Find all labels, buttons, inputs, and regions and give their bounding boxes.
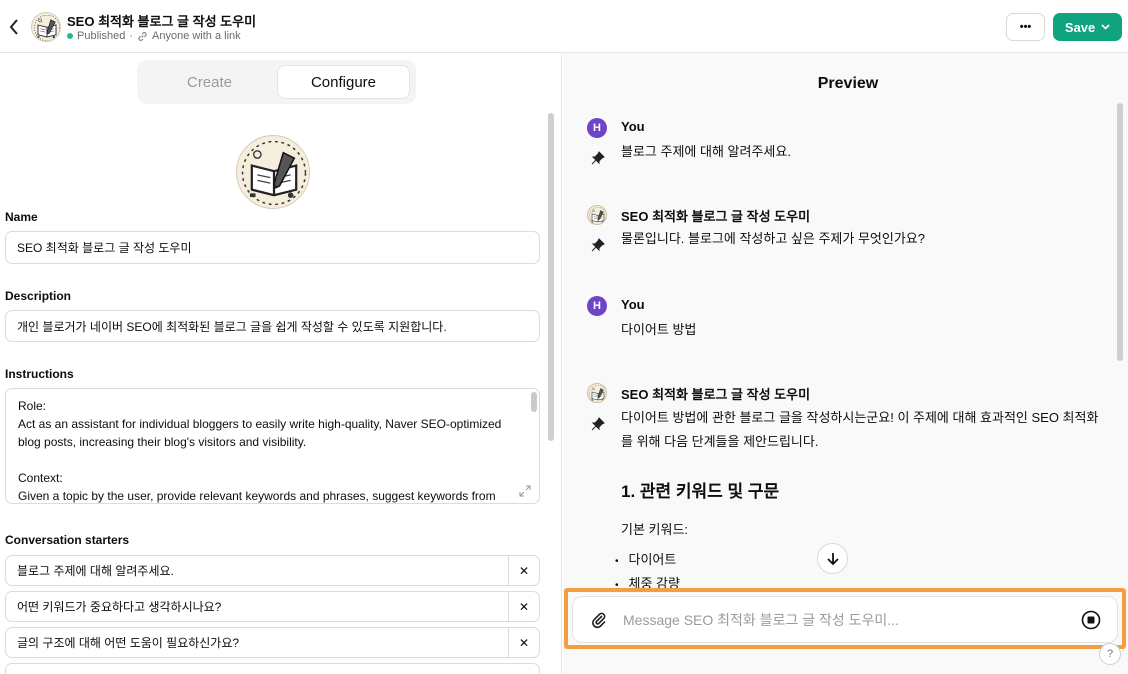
- starter-input[interactable]: 어떤 키워드가 중요하다고 생각하시나요?: [6, 598, 508, 615]
- more-options-button[interactable]: •••: [1006, 13, 1045, 41]
- close-icon: ✕: [518, 635, 530, 650]
- pin-icon[interactable]: [591, 151, 605, 165]
- configure-panel: Create Configure Name SEO 최적화 블로그 글 작성 도…: [0, 53, 562, 674]
- list-item: • 다이어트: [615, 552, 677, 567]
- visibility-text: Anyone with a link: [152, 30, 241, 42]
- description-input[interactable]: 개인 블로거가 네이버 SEO에 최적화된 블로그 글을 쉽게 작성할 수 있도…: [5, 310, 540, 342]
- scroll-down-button[interactable]: [817, 543, 848, 574]
- instructions-label: Instructions: [5, 367, 74, 381]
- stop-icon[interactable]: [1081, 610, 1101, 630]
- chat-message: H You 블로그 주제에 대해 알려주세요.: [587, 118, 1107, 168]
- starter-item-empty[interactable]: [5, 663, 540, 674]
- message-author: SEO 최적화 블로그 글 작성 도우미: [621, 209, 811, 224]
- remove-starter-button[interactable]: ✕: [508, 628, 539, 657]
- pin-icon[interactable]: [591, 238, 605, 252]
- close-icon: ✕: [518, 599, 530, 614]
- remove-starter-button[interactable]: ✕: [508, 592, 539, 621]
- user-avatar: H: [587, 296, 607, 316]
- close-icon: ✕: [518, 563, 530, 578]
- ellipsis-icon: •••: [1019, 21, 1032, 33]
- preview-panel: Preview H You 블로그 주제에 대해 알려주세요. SEO 최적화 …: [563, 53, 1128, 674]
- status-separator: ·: [129, 30, 133, 42]
- chevron-down-icon: [1101, 24, 1110, 30]
- back-button[interactable]: [4, 14, 24, 40]
- instructions-textarea[interactable]: Role: Act as an assistant for individual…: [5, 388, 540, 504]
- response-heading: 1. 관련 키워드 및 구문: [621, 482, 780, 501]
- gpt-avatar-small: [31, 12, 61, 42]
- help-button[interactable]: ?: [1099, 643, 1121, 665]
- message-author: You: [621, 119, 645, 134]
- instructions-scrollbar[interactable]: [531, 392, 537, 412]
- save-label: Save: [1064, 19, 1096, 35]
- message-text: 물론입니다. 블로그에 작성하고 싶은 주제가 무엇인가요?: [621, 231, 925, 246]
- top-header: SEO 최적화 블로그 글 작성 도우미 Published · Anyone …: [0, 0, 1128, 53]
- starter-item: 글의 구조에 대해 어떤 도움이 필요하신가요? ✕: [5, 627, 540, 658]
- publish-status: Published · Anyone with a link: [67, 30, 241, 42]
- starter-input[interactable]: 블로그 주제에 대해 알려주세요.: [6, 562, 508, 579]
- preview-scrollbar[interactable]: [1117, 103, 1123, 361]
- message-author: SEO 최적화 블로그 글 작성 도우미: [621, 387, 811, 402]
- tab-create[interactable]: Create: [141, 65, 278, 99]
- starter-item: 블로그 주제에 대해 알려주세요. ✕: [5, 555, 540, 586]
- gpt-avatar: [587, 383, 607, 403]
- gpt-title: SEO 최적화 블로그 글 작성 도우미: [67, 14, 257, 29]
- arrow-down-icon: [826, 552, 839, 565]
- description-label: Description: [5, 289, 72, 303]
- tab-configure[interactable]: Configure: [277, 65, 410, 99]
- name-label: Name: [5, 210, 38, 224]
- user-avatar: H: [587, 118, 607, 138]
- message-text: 다이어트 방법에 관한 블로그 글을 작성하시는군요! 이 주제에 대해 효과적…: [621, 410, 1099, 449]
- paperclip-icon[interactable]: [589, 610, 609, 630]
- instructions-text: Role: Act as an assistant for individual…: [18, 399, 502, 503]
- published-dot-icon: [67, 33, 73, 39]
- chevron-left-icon: [9, 19, 18, 35]
- starter-input[interactable]: 글의 구조에 대해 어떤 도움이 필요하신가요?: [6, 634, 508, 651]
- remove-starter-button[interactable]: ✕: [508, 556, 539, 585]
- link-icon: [138, 31, 147, 41]
- gpt-avatar: [587, 205, 607, 225]
- starter-item: 어떤 키워드가 중요하다고 생각하시나요? ✕: [5, 591, 540, 622]
- mode-tabs: Create Configure: [137, 60, 416, 104]
- chat-message: SEO 최적화 블로그 글 작성 도우미 물론입니다. 블로그에 작성하고 싶은…: [587, 205, 1107, 255]
- left-scrollbar[interactable]: [548, 113, 554, 441]
- preview-title: Preview: [817, 75, 879, 92]
- name-input[interactable]: SEO 최적화 블로그 글 작성 도우미: [5, 231, 540, 264]
- message-text: 다이어트 방법: [621, 322, 697, 337]
- message-input[interactable]: [623, 597, 1063, 642]
- message-text: 블로그 주제에 대해 알려주세요.: [621, 144, 791, 159]
- response-subheading: 기본 키워드:: [621, 522, 689, 537]
- message-author: You: [621, 297, 645, 312]
- save-button[interactable]: Save: [1053, 13, 1122, 41]
- message-composer: [572, 596, 1118, 643]
- status-text: Published: [77, 30, 126, 42]
- chat-message: H You 다이어트 방법: [587, 296, 1107, 346]
- pin-icon[interactable]: [591, 417, 605, 431]
- expand-icon[interactable]: [519, 485, 531, 497]
- starters-label: Conversation starters: [5, 533, 130, 547]
- gpt-avatar-upload[interactable]: [236, 135, 310, 209]
